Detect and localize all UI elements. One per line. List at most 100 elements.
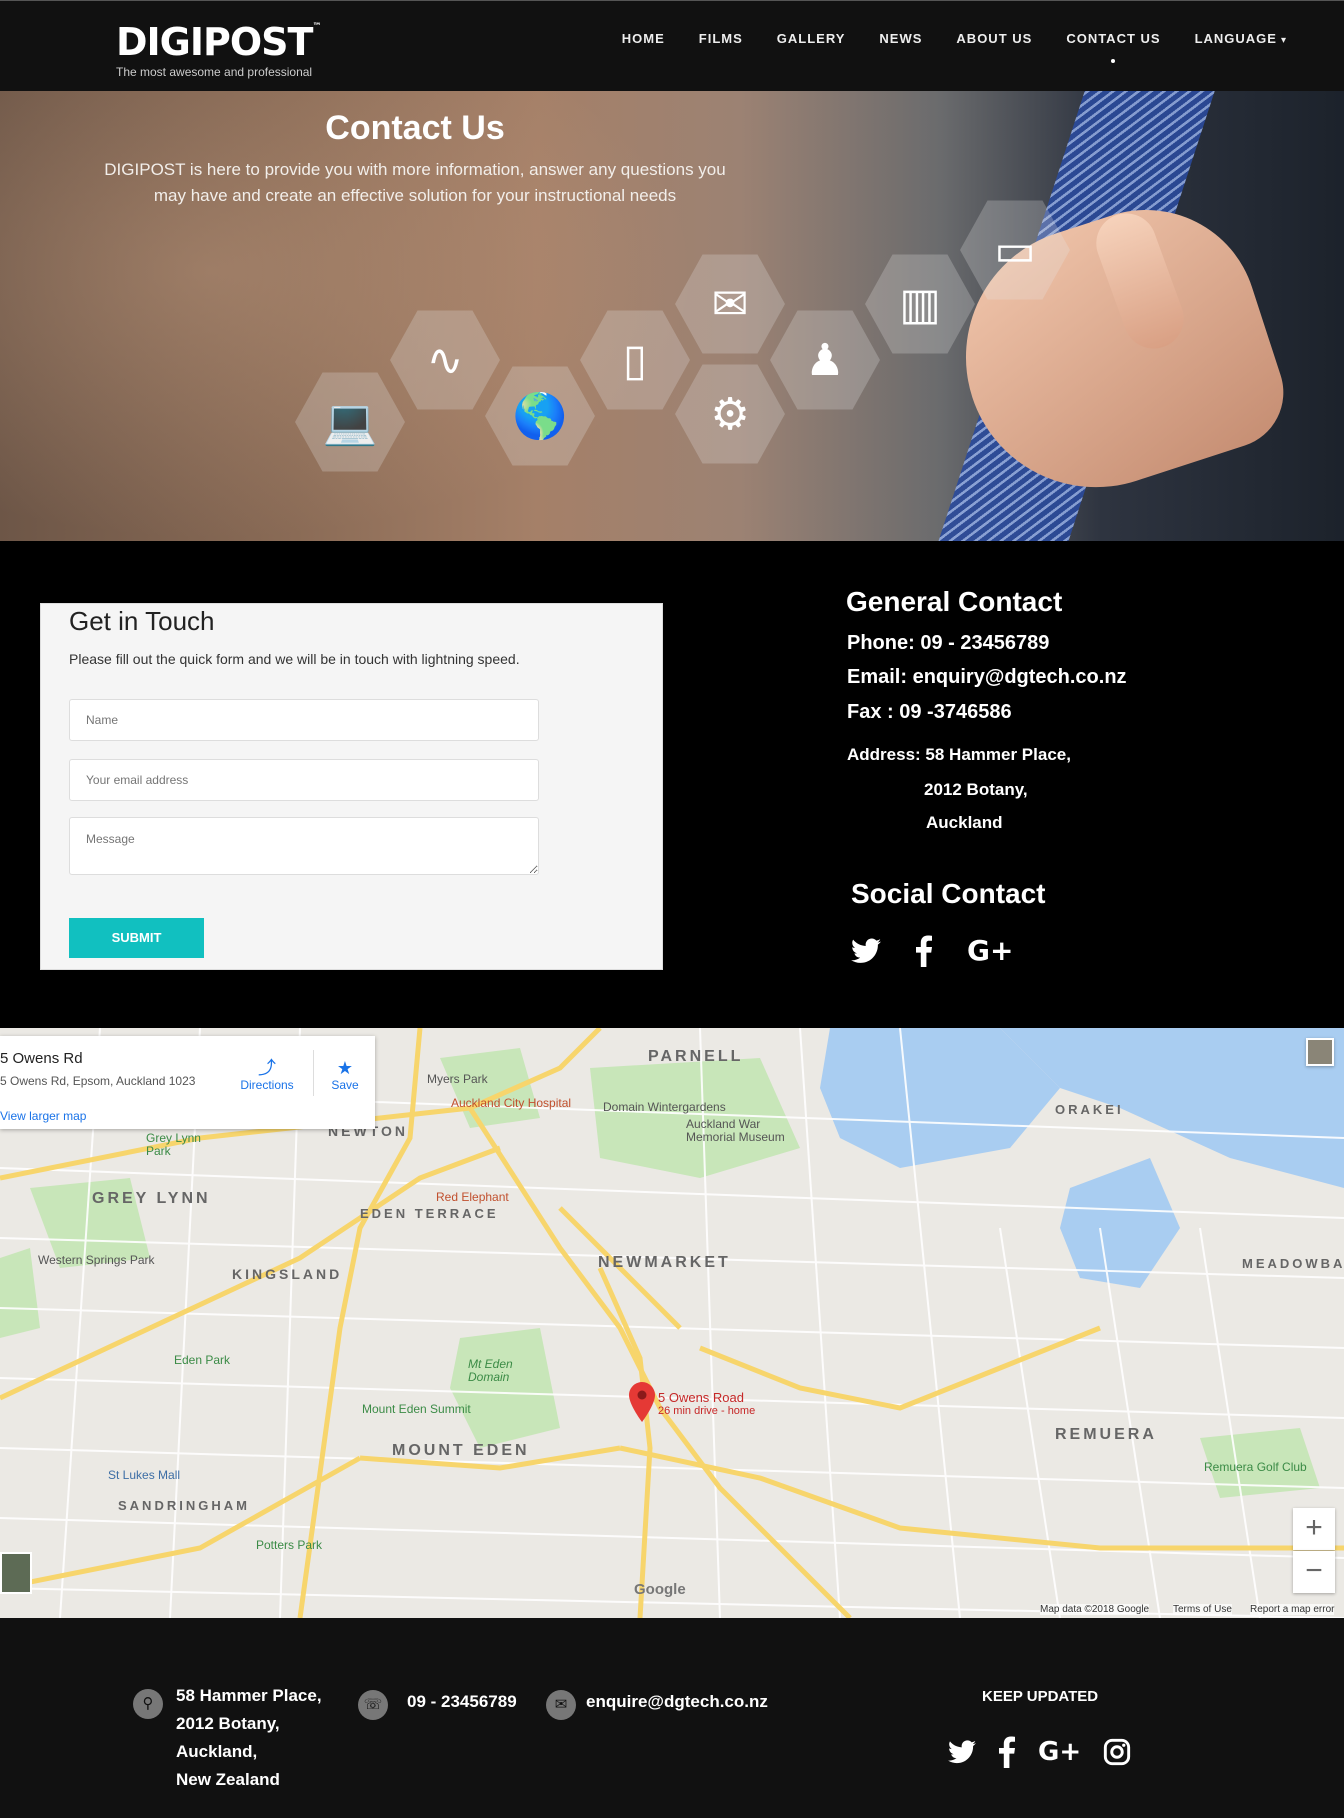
hero-subtitle: DIGIPOST is here to provide you with mor…	[104, 160, 726, 205]
map-info-card: 5 Owens Rd 5 Owens Rd, Epsom, Auckland 1…	[0, 1036, 375, 1129]
facebook-icon[interactable]	[998, 1736, 1016, 1768]
footer-address-1: 58 Hammer Place,	[176, 1686, 322, 1705]
directions-button[interactable]: ⤴ Directions	[236, 1058, 298, 1092]
footer-email[interactable]: enquire@dgtech.co.nz	[586, 1692, 768, 1712]
footer-address-4: New Zealand	[176, 1770, 280, 1789]
star-icon: ★	[336, 1058, 354, 1078]
directions-icon: ⤴	[258, 1058, 276, 1078]
map-label-kingsland: KINGSLAND	[232, 1266, 343, 1282]
save-button[interactable]: ★ Save	[322, 1058, 368, 1092]
address-line-3: Auckland	[926, 813, 1003, 832]
map-place-name: 5 Owens Rd	[0, 1050, 83, 1067]
zoom-in-button[interactable]: +	[1293, 1508, 1335, 1550]
map-label-remuera: REMUERA	[1055, 1426, 1157, 1443]
fax-text: Fax : 09 -3746586	[847, 701, 1012, 723]
main-nav: HOME FILMS GALLERY NEWS ABOUT US CONTACT…	[605, 31, 1304, 63]
directions-label: Directions	[240, 1078, 294, 1092]
twitter-icon[interactable]	[851, 938, 881, 964]
nav-films[interactable]: FILMS	[682, 31, 760, 46]
keep-updated-title: KEEP UPDATED	[982, 1688, 1099, 1705]
map-label-wintergardens: Domain Wintergardens	[603, 1100, 726, 1114]
map-label-myers-park: Myers Park	[427, 1072, 488, 1086]
footer-address-3: Auckland,	[176, 1742, 258, 1761]
phone-text: Phone: 09 - 23456789	[847, 632, 1050, 654]
address-line-1: Address: 58 Hammer Place,	[847, 745, 1071, 764]
map-label-western-springs: Western Springs Park	[38, 1253, 155, 1267]
google-plus-icon[interactable]: G+	[967, 934, 1013, 967]
map-label-grey-lynn: GREY LYNN	[92, 1190, 211, 1207]
map-label-mt-eden-domain: Mt Eden Domain	[468, 1357, 513, 1384]
footer-phone: 09 - 23456789	[407, 1692, 517, 1711]
map-marker-sub: 26 min drive - home	[658, 1405, 756, 1417]
map-label-eden-terrace: EDEN TERRACE	[360, 1206, 499, 1221]
nav-news[interactable]: NEWS	[862, 31, 939, 46]
map-label-mt-eden-summit: Mount Eden Summit	[362, 1402, 471, 1416]
address-line-2: 2012 Botany,	[924, 780, 1028, 799]
footer-address-2: 2012 Botany,	[176, 1714, 280, 1733]
terms-link[interactable]: Terms of Use	[1173, 1604, 1232, 1615]
phone-icon: ☏	[358, 1690, 388, 1720]
map-label-remuera-golf: Remuera Golf Club	[1204, 1460, 1307, 1474]
nav-language-label: LANGUAGE	[1194, 31, 1277, 46]
map-marker-label: 5 Owens Road	[658, 1390, 744, 1405]
map-label-sandringham: SANDRINGHAM	[118, 1498, 250, 1513]
location-icon: ⚲	[133, 1689, 163, 1719]
map-label-newmarket: NEWMARKET	[598, 1254, 731, 1271]
name-input[interactable]	[69, 699, 539, 741]
chevron-down-icon: ▾	[1280, 35, 1287, 46]
map-marker-icon[interactable]	[629, 1382, 655, 1422]
social-icons: G+	[851, 934, 1013, 967]
map-label-eden-park: Eden Park	[174, 1353, 231, 1367]
map-label-meadowbank: MEADOWBAN	[1242, 1256, 1344, 1271]
view-larger-map-link[interactable]: View larger map	[0, 1109, 86, 1123]
form-title: Get in Touch	[69, 606, 215, 636]
map-label-st-lukes: St Lukes Mall	[108, 1468, 181, 1482]
logo[interactable]: DIGIPOST™ The most awesome and professio…	[116, 20, 321, 80]
bar-chart-icon: ▥	[865, 254, 975, 354]
map-label-orakei: ORAKEI	[1055, 1102, 1124, 1117]
map-label-mount-eden: MOUNT EDEN	[392, 1442, 530, 1459]
social-contact-title: Social Contact	[851, 878, 1046, 909]
nav-gallery[interactable]: GALLERY	[760, 31, 863, 46]
email-input[interactable]	[69, 759, 539, 801]
google-map[interactable]: PARNELL NEWTON GREY LYNN EDEN TERRACE NE…	[0, 1028, 1344, 1618]
fullscreen-thumbnail[interactable]	[1306, 1038, 1334, 1066]
site-header: DIGIPOST™ The most awesome and professio…	[0, 0, 1344, 91]
facebook-icon[interactable]	[915, 934, 933, 967]
logo-text: DIGIPOST	[116, 20, 313, 64]
nav-home[interactable]: HOME	[605, 31, 682, 46]
map-label-parnell: PARNELL	[648, 1048, 744, 1065]
email-text: Email: enquiry@dgtech.co.nz	[847, 666, 1127, 688]
map-label-hospital: Auckland City Hospital	[451, 1096, 572, 1110]
save-label: Save	[331, 1078, 359, 1092]
map-label-grey-lynn-park: Grey Lynn Park	[146, 1131, 201, 1158]
map-place-address: 5 Owens Rd, Epsom, Auckland 1023	[0, 1074, 196, 1088]
google-plus-icon[interactable]: G+	[1038, 1737, 1081, 1767]
twitter-icon[interactable]	[948, 1740, 976, 1764]
logo-tagline: The most awesome and professional	[116, 65, 313, 79]
nav-language[interactable]: LANGUAGE ▾	[1178, 31, 1304, 46]
logo-trademark: ™	[312, 22, 321, 32]
satellite-toggle[interactable]	[0, 1552, 32, 1594]
envelope-icon: ✉	[546, 1690, 576, 1720]
zoom-out-button[interactable]: −	[1293, 1551, 1335, 1593]
map-label-red-elephant: Red Elephant	[436, 1190, 509, 1204]
hero-banner: 💻 ∿ 🌎 ▯ ✉ ⚙ ♟ ▥ ▭ Contact Us DIGIPOST is…	[0, 91, 1344, 541]
instagram-icon[interactable]	[1103, 1738, 1131, 1766]
form-description: Please fill out the quick form and we wi…	[69, 651, 520, 667]
submit-button[interactable]: SUBMIT	[69, 918, 204, 958]
nav-about-us[interactable]: ABOUT US	[939, 31, 1049, 46]
report-error-link[interactable]: Report a map error	[1250, 1604, 1335, 1615]
contact-section: Get in Touch Please fill out the quick f…	[0, 541, 1344, 1028]
map-attribution: Map data ©2018 Google	[1040, 1604, 1150, 1615]
site-footer: ⚲ 58 Hammer Place, 2012 Botany, Auckland…	[0, 1618, 1344, 1818]
page-title: Contact Us	[325, 109, 505, 147]
footer-social-icons: G+	[948, 1736, 1131, 1768]
contact-form: Get in Touch Please fill out the quick f…	[40, 603, 663, 970]
map-label-potters-park: Potters Park	[256, 1538, 323, 1552]
nav-contact-us[interactable]: CONTACT US	[1049, 31, 1177, 63]
message-textarea[interactable]	[69, 817, 539, 875]
general-contact-title: General Contact	[846, 586, 1063, 617]
map-label-museum: Auckland War Memorial Museum	[686, 1117, 785, 1144]
google-logo: Google	[634, 1581, 686, 1598]
